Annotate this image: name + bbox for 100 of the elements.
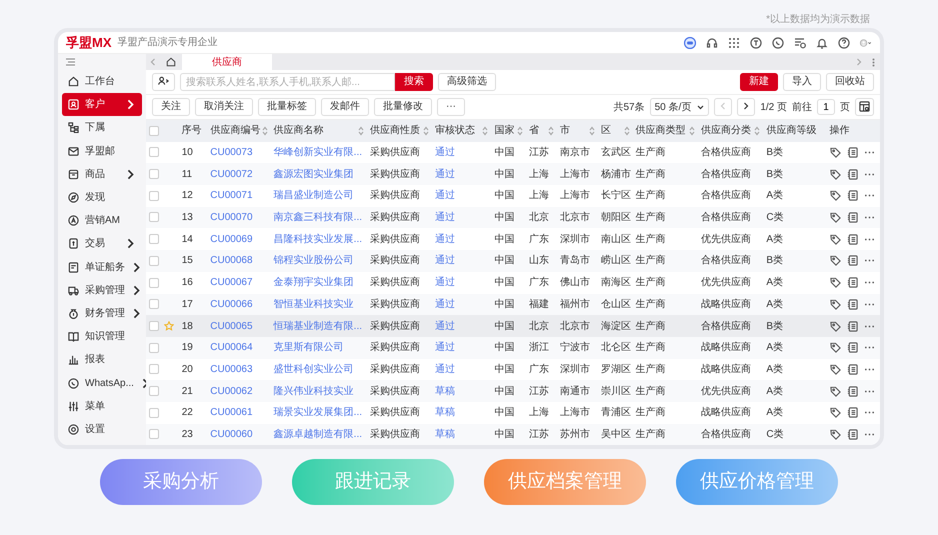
table-link[interactable]: 草稿 xyxy=(435,386,456,397)
row-checkbox[interactable] xyxy=(149,256,159,266)
row-checkbox[interactable] xyxy=(149,212,159,222)
table-link[interactable]: 通过 xyxy=(435,298,456,310)
sidebar-item[interactable]: 下属 xyxy=(62,116,142,140)
table-link[interactable]: 通过 xyxy=(435,277,456,288)
table-row[interactable]: 22 CU00061 瑞景实业发展集团... 采购供应商 草稿 中国 上海 上海市 青浦区 生产商 战略供应商 A类 xyxy=(146,402,880,424)
column-header[interactable]: 市 xyxy=(556,120,598,142)
sidebar-item[interactable]: 设置 xyxy=(62,418,142,441)
table-row[interactable]: 14 CU00069 昌隆科技实业发展... 采购供应商 通过 中国 广东 深圳市 南山区 生产商 优先供应商 A类 xyxy=(146,228,880,250)
column-header[interactable]: 供应商类型 xyxy=(632,120,698,142)
column-header[interactable]: 供应商名称 xyxy=(270,120,367,142)
table-row[interactable]: 15 CU00068 锦程实业股份公司 采购供应商 通过 中国 山东 青岛市 崂山区 生产商 合格供应商 B类 xyxy=(146,250,880,272)
tag-icon[interactable] xyxy=(830,407,841,418)
column-header[interactable]: 区 xyxy=(598,120,633,142)
action-button[interactable]: 导入 xyxy=(783,73,821,91)
help-icon[interactable] xyxy=(838,36,850,48)
bulk-action-button[interactable]: 关注 xyxy=(152,98,190,116)
sidebar-item[interactable]: 财务管理 xyxy=(62,302,142,326)
tag-icon[interactable] xyxy=(830,364,841,375)
page-size-select[interactable]: 50 条/页 xyxy=(650,98,710,116)
list-icon[interactable] xyxy=(846,277,858,288)
star-icon[interactable] xyxy=(164,320,174,331)
sidebar-item[interactable]: 单证船务 xyxy=(62,256,142,279)
column-header[interactable]: 国家 xyxy=(491,120,526,142)
sidebar-item[interactable]: 报表 xyxy=(62,348,142,372)
list-icon[interactable] xyxy=(846,234,858,245)
list-icon[interactable] xyxy=(846,320,858,332)
table-row[interactable]: 12 CU00071 瑞昌盛业制造公司 采购供应商 通过 中国 上海 上海市 长宁区 生产商 合格供应商 A类 xyxy=(146,185,880,207)
row-checkbox[interactable] xyxy=(149,429,159,440)
action-button[interactable]: 新建 xyxy=(740,73,778,91)
next-page-button[interactable] xyxy=(737,98,756,116)
sidebar-item[interactable]: 营销AM xyxy=(62,209,142,232)
column-header[interactable]: 审核状态 xyxy=(432,120,492,142)
table-row[interactable]: 20 CU00063 盛世科创实业公司 采购供应商 通过 中国 广东 深圳市 罗湖区 生产商 战略供应商 A类 xyxy=(146,358,880,380)
tag-icon[interactable] xyxy=(830,428,841,440)
row-checkbox[interactable] xyxy=(149,364,159,374)
sidebar-item[interactable]: 工作台 xyxy=(62,70,142,94)
tab[interactable]: 供应商 xyxy=(182,54,272,70)
list-icon[interactable] xyxy=(846,168,858,180)
sidebar-item[interactable]: 孚盟邮 xyxy=(62,140,142,163)
table-row[interactable]: 11 CU00072 鑫源宏图实业集团 采购供应商 通过 中国 上海 上海市 杨浦市 生产商 合格供应商 B类 xyxy=(146,163,880,186)
list-icon[interactable] xyxy=(846,190,858,202)
table-row[interactable]: 13 CU00070 南京鑫三科技有限... 采购供应商 通过 中国 北京 北京市 朝阳区 生产商 合格供应商 C类 xyxy=(146,206,880,228)
search-field[interactable]: 搜索联系人姓名,联系人手机,联系人邮... xyxy=(180,73,395,91)
menu-icon[interactable] xyxy=(66,58,75,66)
column-settings-button[interactable] xyxy=(855,98,874,116)
tag-icon[interactable] xyxy=(830,212,841,224)
more-vertical-icon[interactable] xyxy=(872,58,874,66)
table-link[interactable]: 盛世科创实业公司 xyxy=(274,364,354,375)
table-link[interactable]: 瑞昌盛业制造公司 xyxy=(274,190,354,202)
row-checkbox[interactable] xyxy=(149,320,159,331)
table-row[interactable]: 21 CU00062 隆兴伟业科技实业 采购供应商 草稿 中国 江苏 南通市 崇川区 生产商 优先供应商 A类 xyxy=(146,380,880,402)
sidebar-item[interactable]: WhatsAp... xyxy=(62,371,142,395)
table-link[interactable]: CU00061 xyxy=(210,407,253,418)
headset-icon[interactable] xyxy=(706,36,718,48)
sidebar-item[interactable]: 交易 xyxy=(62,232,142,256)
table-link[interactable]: CU00063 xyxy=(210,364,253,375)
list-icon[interactable] xyxy=(846,428,858,440)
row-checkbox[interactable] xyxy=(149,299,159,310)
sidebar-item[interactable]: 知识管理 xyxy=(62,325,142,348)
tag-icon[interactable] xyxy=(830,342,841,354)
action-button[interactable]: 回收站 xyxy=(826,73,874,91)
table-row[interactable]: 23 CU00060 鑫源卓越制造有限... 采购供应商 草稿 中国 江苏 苏州市 吴中区 生产商 合格供应商 C类 xyxy=(146,424,880,446)
row-checkbox[interactable] xyxy=(149,147,159,158)
table-link[interactable]: 通过 xyxy=(435,255,456,266)
table-row[interactable]: 18 CU00065 恒瑞基业制造有限... 采购供应商 通过 中国 北京 北京市 海淀区 生产商 合格供应商 B类 xyxy=(146,315,880,337)
row-checkbox[interactable] xyxy=(149,190,159,201)
tag-icon[interactable] xyxy=(830,190,841,202)
table-link[interactable]: CU00069 xyxy=(210,234,253,245)
column-header[interactable]: 供应商分类 xyxy=(698,120,764,142)
circle-t-icon[interactable] xyxy=(750,36,762,48)
tag-icon[interactable] xyxy=(830,386,841,397)
table-link[interactable]: 昌隆科技实业发展... xyxy=(274,234,362,245)
tag-icon[interactable] xyxy=(830,277,841,288)
advanced-filter-button[interactable]: 高级筛选 xyxy=(438,73,496,91)
list-icon[interactable] xyxy=(846,255,858,266)
bulk-action-button[interactable]: 批量标签 xyxy=(258,98,316,116)
table-link[interactable]: CU00073 xyxy=(210,147,253,158)
table-link[interactable]: 通过 xyxy=(435,364,456,375)
list-icon[interactable] xyxy=(846,298,858,310)
sidebar-item[interactable]: 菜单 xyxy=(62,394,142,418)
sidebar-item[interactable]: 发现 xyxy=(62,186,142,210)
bulk-action-button[interactable]: ··· xyxy=(437,98,465,116)
apps-grid-icon[interactable] xyxy=(728,36,740,48)
row-checkbox[interactable] xyxy=(149,169,159,180)
table-row[interactable]: 16 CU00067 金泰翔宇实业集团 采购供应商 通过 中国 广东 佛山市 南海区 生产商 优先供应商 A类 xyxy=(146,272,880,294)
table-link[interactable]: 通过 xyxy=(435,320,456,332)
phone-bubble-icon[interactable] xyxy=(772,36,784,48)
sidebar-item[interactable]: 客户 xyxy=(62,93,142,116)
list-icon[interactable] xyxy=(846,342,858,354)
row-checkbox[interactable] xyxy=(149,234,159,244)
table-row[interactable]: 10 CU00073 华峰创新实业有限... 采购供应商 通过 中国 江苏 南京市 玄武区 生产商 合格供应商 B类 xyxy=(146,142,880,164)
sidebar-item[interactable]: 商品 xyxy=(62,162,142,186)
tag-icon[interactable] xyxy=(830,255,841,266)
tag-icon[interactable] xyxy=(830,320,841,332)
table-row[interactable]: 17 CU00066 智恒基业科技实业 采购供应商 通过 中国 福建 福州市 仓山区 生产商 战略供应商 A类 xyxy=(146,294,880,316)
table-link[interactable]: 通过 xyxy=(435,234,456,245)
table-link[interactable]: 草稿 xyxy=(435,407,456,418)
column-header[interactable]: 供应商编号 xyxy=(207,120,271,142)
